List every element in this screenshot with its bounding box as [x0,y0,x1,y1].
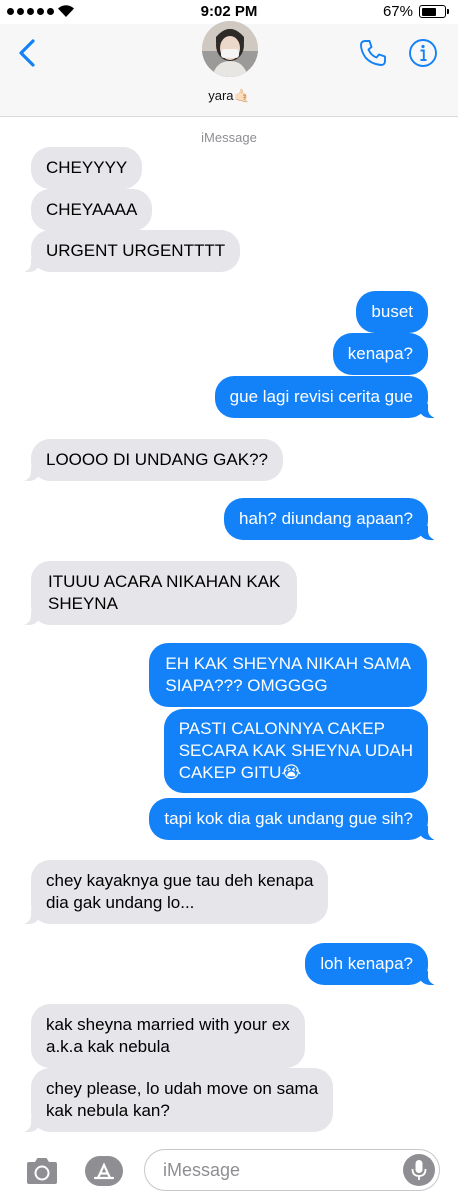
message-bubble-incoming[interactable]: LOOOO DI UNDANG GAK?? [18,439,283,481]
message-bubble-incoming[interactable]: ITUUU ACARA NIKAHAN KAK SHEYNA [17,561,298,625]
message-bubble-outgoing[interactable]: gue lagi revisi cerita gue [214,376,442,418]
service-label: iMessage [201,130,257,145]
message-bubble-outgoing[interactable]: loh kenapa? [305,943,441,985]
compose-bar [0,1142,458,1200]
message-bubble-outgoing[interactable]: EH KAK SHEYNA NIKAH SAMA SIAPA??? OMGGGG [149,643,427,707]
battery-percentage: 67% [382,3,413,20]
microphone-icon[interactable] [403,1154,435,1186]
conversation-header: yara🤙🏻 [0,21,458,117]
message-bubble-outgoing[interactable]: hah? diundang apaan? [224,498,441,540]
message-bubble-incoming[interactable]: CHEYYYY [31,147,143,189]
message-bubble-outgoing[interactable]: kenapa? [332,333,428,375]
message-bubble-outgoing[interactable]: PASTI CALONNYA CAKEP SECARA KAK SHEYNA U… [163,709,428,793]
message-bubble-incoming[interactable]: URGENT URGENTTTT [17,230,241,272]
info-icon[interactable] [408,38,438,68]
chevron-left-icon[interactable] [14,38,44,68]
contact-name[interactable]: yara🤙🏻 [0,88,458,104]
phone-icon[interactable] [358,38,388,68]
avatar[interactable] [202,21,258,77]
message-bubble-incoming[interactable]: CHEYAAAA [31,189,153,231]
message-bubble-outgoing[interactable]: buset [356,291,428,333]
message-bubble-outgoing[interactable]: tapi kok dia gak undang gue sih? [149,798,441,840]
message-bubble-incoming[interactable]: chey kayaknya gue tau deh kenapa dia gak… [17,860,329,924]
battery-icon [419,5,449,18]
message-bubble-incoming[interactable]: kak sheyna married with your ex a.k.a ka… [31,1004,305,1068]
camera-icon[interactable] [24,1156,60,1186]
message-bubble-incoming[interactable]: chey please, lo udah move on sama kak ne… [17,1068,334,1132]
message-input[interactable] [144,1149,440,1191]
app-store-icon[interactable] [84,1155,124,1187]
